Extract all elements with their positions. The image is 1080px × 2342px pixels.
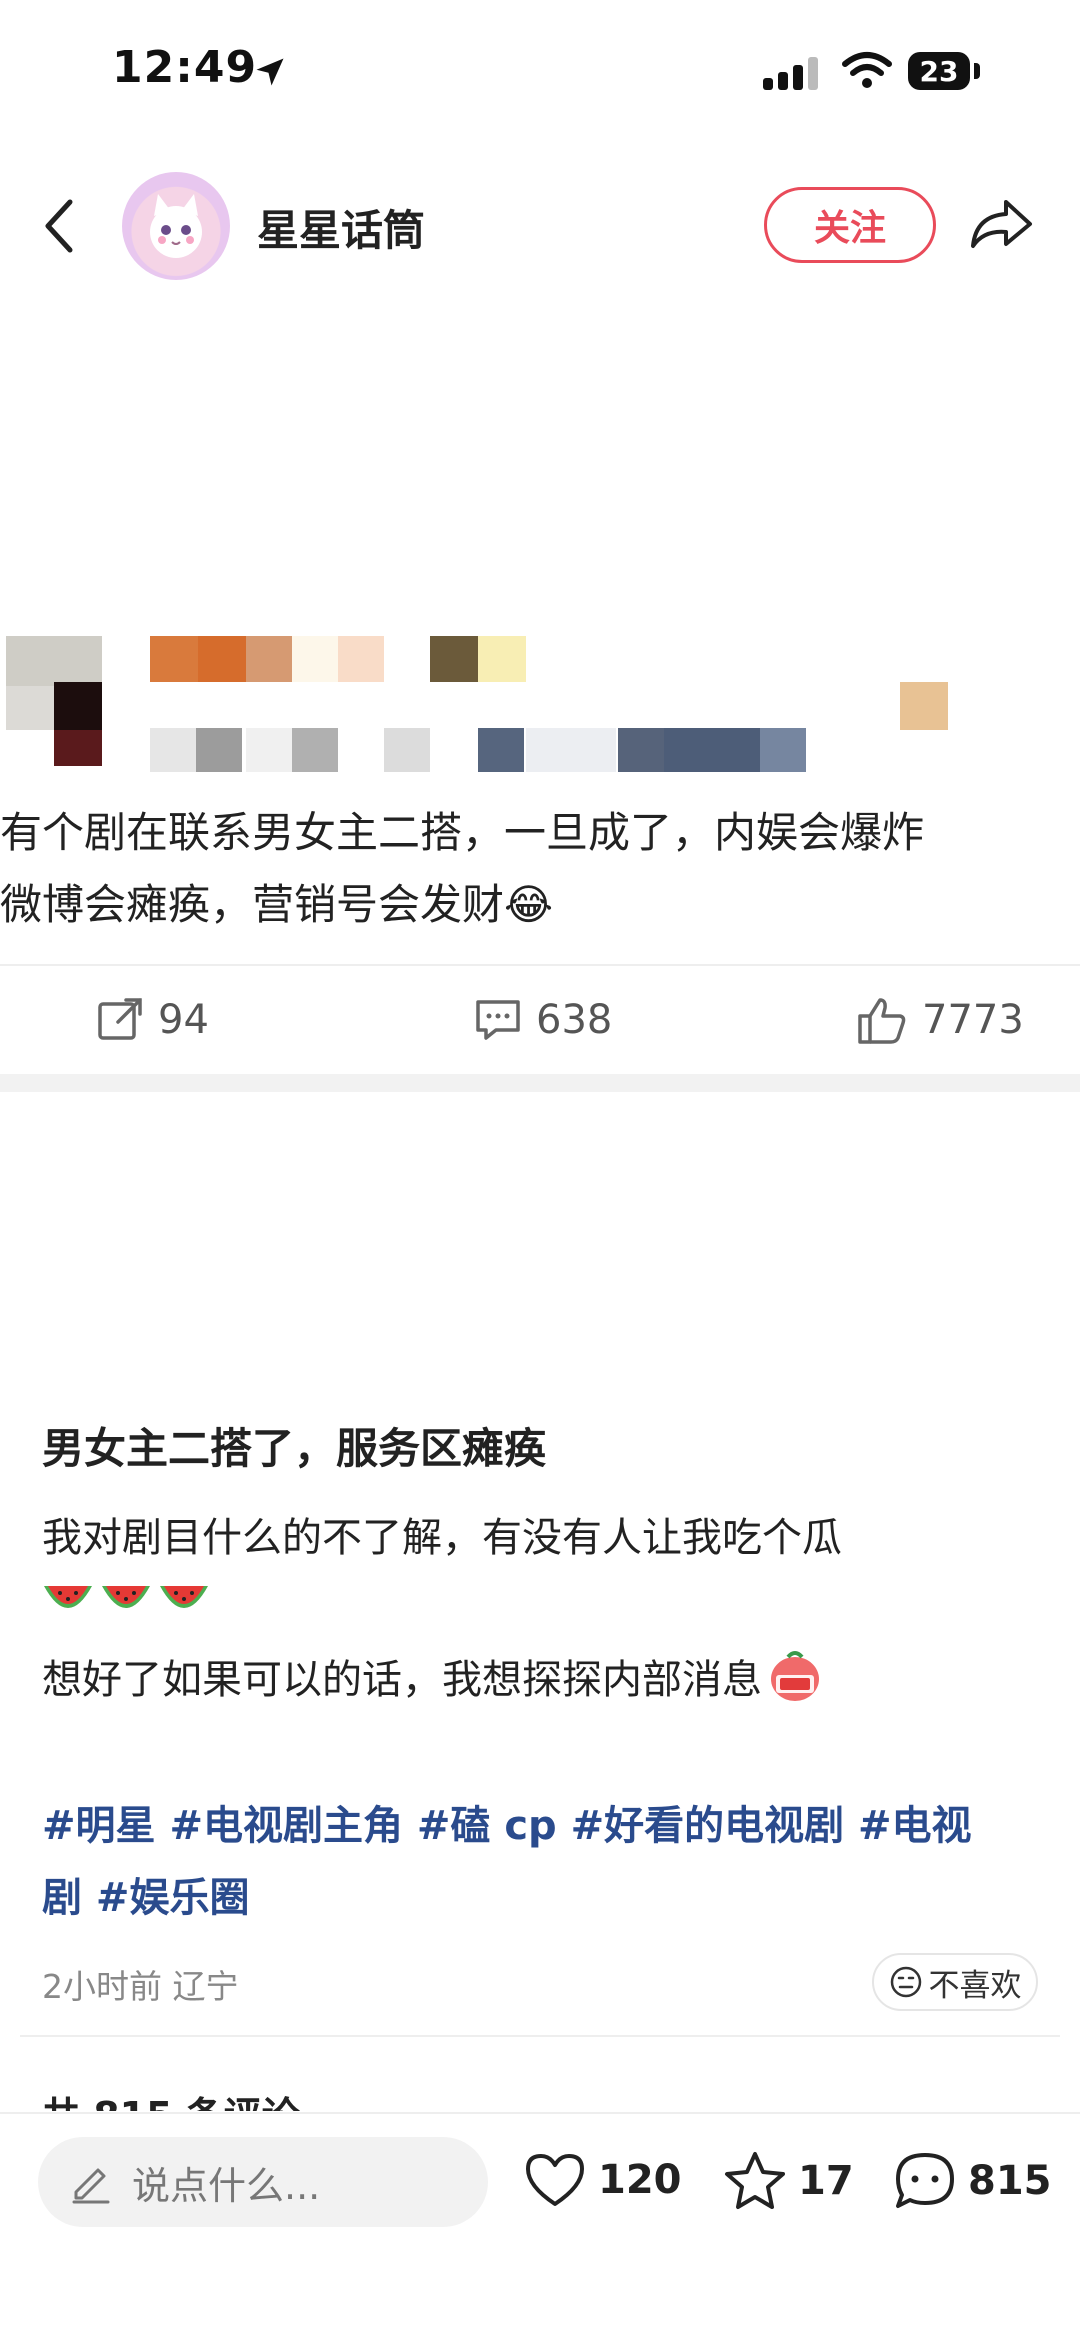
hashtag-line[interactable]: 剧 #娱乐圈 xyxy=(42,1862,1032,1934)
like-count: 7773 xyxy=(922,997,1024,1043)
thumbs-up-icon xyxy=(858,998,906,1044)
repost-icon xyxy=(98,998,142,1040)
battery-indicator: 23 xyxy=(908,52,970,90)
hashtag-line[interactable]: #明星 #电视剧主角 #磕 cp #好看的电视剧 #电视 xyxy=(42,1790,1032,1862)
back-arrow-icon[interactable] xyxy=(40,196,80,256)
comment-action-count: 815 xyxy=(968,2158,1052,2204)
comment-input[interactable]: 说点什么... xyxy=(38,2137,488,2227)
like-button[interactable]: 7773 xyxy=(856,996,1024,1044)
note-title: 男女主二搭了，服务区瘫痪 xyxy=(42,1424,547,1473)
section-divider xyxy=(0,1074,1080,1092)
comment-count: 638 xyxy=(536,997,613,1043)
battery-level: 23 xyxy=(919,55,959,88)
follow-button[interactable]: 关注 xyxy=(764,187,936,263)
hashtag-list[interactable]: #明星 #电视剧主角 #磕 cp #好看的电视剧 #电视 剧 #娱乐圈 xyxy=(42,1790,1032,1934)
heart-icon xyxy=(526,2154,584,2206)
divider xyxy=(0,964,1080,966)
post-text-line: 有个剧在联系男女主二搭，一旦成了，内娱会爆炸 xyxy=(0,808,925,857)
watermelon-emoji-icon xyxy=(102,1586,150,1608)
watermelon-emoji-icon xyxy=(44,1586,92,1608)
like-action-button[interactable]: 120 xyxy=(522,2150,682,2210)
author-avatar[interactable] xyxy=(122,172,230,280)
comment-action-button[interactable]: 815 xyxy=(892,2150,1052,2212)
location-arrow-icon xyxy=(256,58,284,86)
like-action-count: 120 xyxy=(598,2157,682,2203)
repost-count: 94 xyxy=(158,997,209,1043)
share-icon[interactable] xyxy=(968,196,1034,252)
note-line-text: 想好了如果可以的话，我想探探内部消息 xyxy=(42,1657,762,1703)
cellular-signal-icon xyxy=(763,56,821,90)
status-time: 12:49 xyxy=(112,42,258,93)
star-icon xyxy=(725,2152,785,2209)
collect-button[interactable]: 17 xyxy=(722,2150,854,2212)
battery-tip xyxy=(974,63,980,79)
comment-input-placeholder: 说点什么... xyxy=(132,2163,321,2208)
post-text: 有个剧在联系男女主二搭，一旦成了，内娱会爆炸 微博会瘫痪，营销号会发财😂 xyxy=(0,797,1080,941)
squat-sticker-icon xyxy=(771,1651,819,1701)
author-name[interactable]: 星星话筒 xyxy=(257,197,425,258)
post-meta: 2小时前 辽宁 xyxy=(42,1967,239,2006)
comment-icon xyxy=(476,1000,520,1040)
watermelon-emoji-icon xyxy=(160,1586,208,1608)
repost-button[interactable]: 94 xyxy=(96,996,209,1044)
post-text-line: 微博会瘫痪，营销号会发财😂 xyxy=(0,880,554,929)
chat-bubble-icon xyxy=(896,2153,954,2208)
collect-count: 17 xyxy=(798,2158,854,2204)
comments-heading: 共 815 条评论 xyxy=(42,2085,300,2111)
dislike-button[interactable]: 不喜欢 xyxy=(872,1953,1038,2011)
note-line: 我对剧目什么的不了解，有没有人让我吃个瓜 xyxy=(42,1515,842,1561)
divider xyxy=(20,2035,1060,2037)
dislike-label: 不喜欢 xyxy=(928,1967,1022,2004)
comment-button[interactable]: 638 xyxy=(474,996,612,1044)
note-line: 想好了如果可以的话，我想探探内部消息 xyxy=(42,1647,824,1705)
wifi-icon xyxy=(842,52,892,88)
pencil-icon xyxy=(72,2168,110,2204)
pixelated-image xyxy=(0,620,1080,780)
cat-avatar-icon xyxy=(150,194,202,258)
neutral-face-icon xyxy=(890,1966,921,1998)
